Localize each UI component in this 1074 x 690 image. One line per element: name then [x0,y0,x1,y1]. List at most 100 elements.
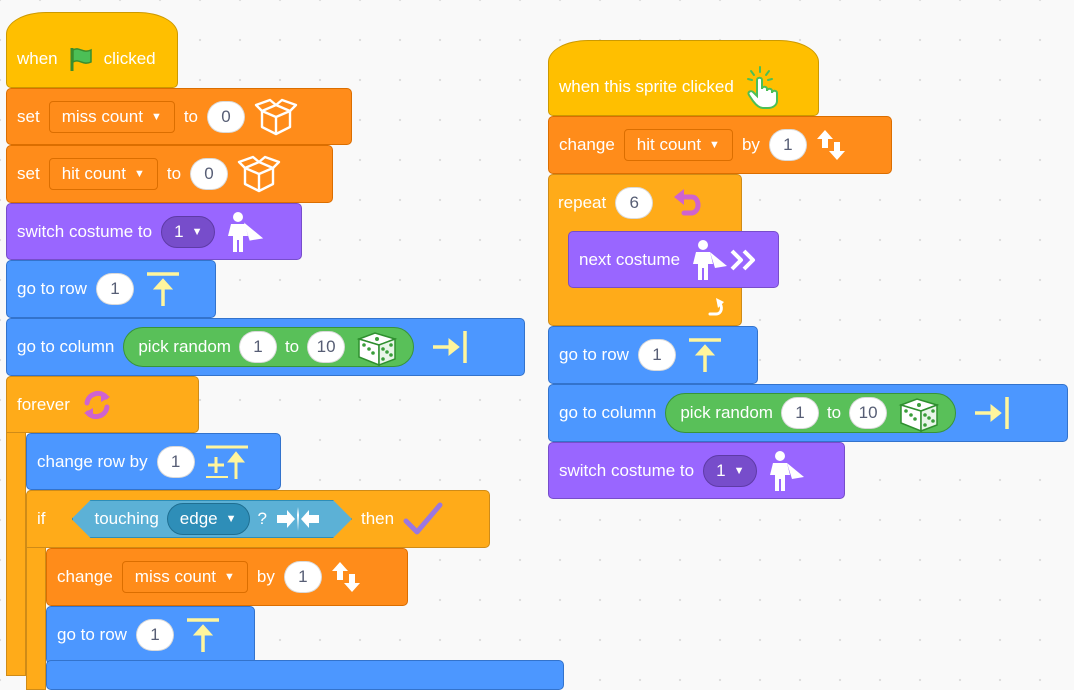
to-label: to [183,106,199,126]
checkmark-icon [403,501,443,537]
random-to-input[interactable]: 10 [307,331,346,363]
go-to-row-block[interactable]: go to row 1 [46,606,255,664]
then-label: then [360,509,395,528]
superhero-icon [689,238,729,282]
value-input[interactable]: 0 [190,158,229,190]
set-label: set [17,164,40,183]
random-from-input[interactable]: 1 [780,397,819,429]
value-input[interactable]: 1 [768,129,807,161]
collision-icon [275,505,321,533]
updown-arrows-icon [331,560,361,594]
if-header[interactable]: if touching edge ▼ ? then [26,490,490,548]
go-to-column-block-partial[interactable] [46,660,564,690]
pick-random-label: pick random [138,337,231,356]
green-flag-icon [67,45,95,73]
next-costume-block[interactable]: next costume [568,231,779,288]
arrow-up-icon [183,616,223,654]
next-costume-label: next costume [579,249,681,269]
change-hit-count-block[interactable]: change hit count ▼ by 1 [548,116,892,174]
go-to-row-block[interactable]: go to row 1 [548,326,758,384]
double-chevron-icon [729,248,757,272]
go-to-column-label: go to column [17,337,115,356]
dropdown-value: hit count [61,164,126,183]
change-label: change [559,135,615,154]
to-label: to [826,403,842,422]
box-icon [254,97,298,137]
by-label: by [256,567,275,586]
forever-header[interactable]: forever [6,376,199,433]
when-label: when [17,49,58,68]
updown-arrows-icon [816,128,846,162]
change-row-label: change row by [37,451,148,471]
arrow-up-icon [143,270,183,308]
value-input[interactable]: 0 [207,100,246,133]
variable-dropdown[interactable]: hit count ▼ [623,129,733,161]
dropdown-value: hit count [636,135,702,154]
to-label: to [284,337,300,356]
touching-boolean[interactable]: touching edge ▼ ? [72,500,352,538]
touching-target-dropdown[interactable]: edge ▼ [167,503,250,535]
switch-costume-block[interactable]: switch costume to 1 ▼ [548,442,845,499]
variable-dropdown[interactable]: miss count ▼ [121,561,248,593]
when-sprite-clicked-label: when this sprite clicked [559,77,734,96]
caret-down-icon: ▼ [733,464,745,477]
pick-random-label: pick random [680,403,773,422]
row-input[interactable]: 1 [95,273,134,305]
to-label: to [166,164,182,183]
touching-label: touching [94,509,159,528]
variable-dropdown[interactable]: miss count ▼ [48,100,175,133]
change-label: change [57,567,113,586]
row-delta-input[interactable]: 1 [156,445,195,478]
dropdown-value: miss count [134,567,217,586]
arrow-up-icon [685,336,725,374]
dice-icon [353,327,401,367]
set-label: set [17,106,40,126]
repeat-footer [548,288,742,326]
dice-icon [895,393,943,433]
go-to-row-label: go to row [559,345,629,364]
dropdown-value: miss count [61,106,143,126]
superhero-icon [766,449,806,493]
when-flag-clicked-block[interactable]: when clicked [6,12,178,88]
change-miss-count-block[interactable]: change miss count ▼ by 1 [46,548,408,606]
pick-random-reporter[interactable]: pick random 1 to 10 [123,327,415,367]
question-mark: ? [257,509,267,528]
repeat-arrow-icon [706,298,728,318]
dropdown-value: 1 [716,460,726,480]
pick-random-reporter[interactable]: pick random 1 to 10 [665,393,957,433]
dropdown-value: edge [179,509,218,528]
caret-down-icon: ▼ [225,513,237,525]
switch-costume-label: switch costume to [17,221,153,241]
costume-dropdown[interactable]: 1 ▼ [161,215,216,248]
superhero-icon [224,210,264,254]
go-to-column-block[interactable]: go to column pick random 1 to 10 [548,384,1068,442]
row-plus-icon [204,443,250,481]
caret-down-icon: ▼ [709,139,720,151]
repeat-header[interactable]: repeat 6 [548,174,742,231]
switch-costume-block[interactable]: switch costume to 1 ▼ [6,203,302,260]
set-miss-count-block[interactable]: set miss count ▼ to 0 [6,88,352,145]
set-hit-count-block[interactable]: set hit count ▼ to 0 [6,145,333,203]
costume-dropdown[interactable]: 1 ▼ [703,454,758,487]
go-to-column-label: go to column [559,403,657,422]
row-input[interactable]: 1 [637,339,676,371]
go-to-row-label: go to row [17,279,87,298]
repeat-arrow-icon [670,187,704,219]
row-input[interactable]: 1 [135,619,174,651]
go-to-row-block[interactable]: go to row 1 [6,260,216,318]
change-row-by-block[interactable]: change row by 1 [26,433,281,490]
switch-costume-label: switch costume to [559,460,695,480]
random-to-input[interactable]: 10 [849,397,888,429]
variable-dropdown[interactable]: hit count ▼ [48,158,158,190]
caret-down-icon: ▼ [150,110,162,123]
random-from-input[interactable]: 1 [238,331,277,363]
dropdown-value: 1 [174,221,184,241]
when-sprite-clicked-block[interactable]: when this sprite clicked [548,40,819,116]
value-input[interactable]: 1 [283,561,322,593]
repeat-count-input[interactable]: 6 [615,186,654,219]
box-icon [237,154,281,194]
if-label: if [37,509,46,528]
go-to-row-label: go to row [57,625,127,644]
go-to-column-block[interactable]: go to column pick random 1 to 10 [6,318,525,376]
arrow-right-bar-icon [429,329,469,365]
